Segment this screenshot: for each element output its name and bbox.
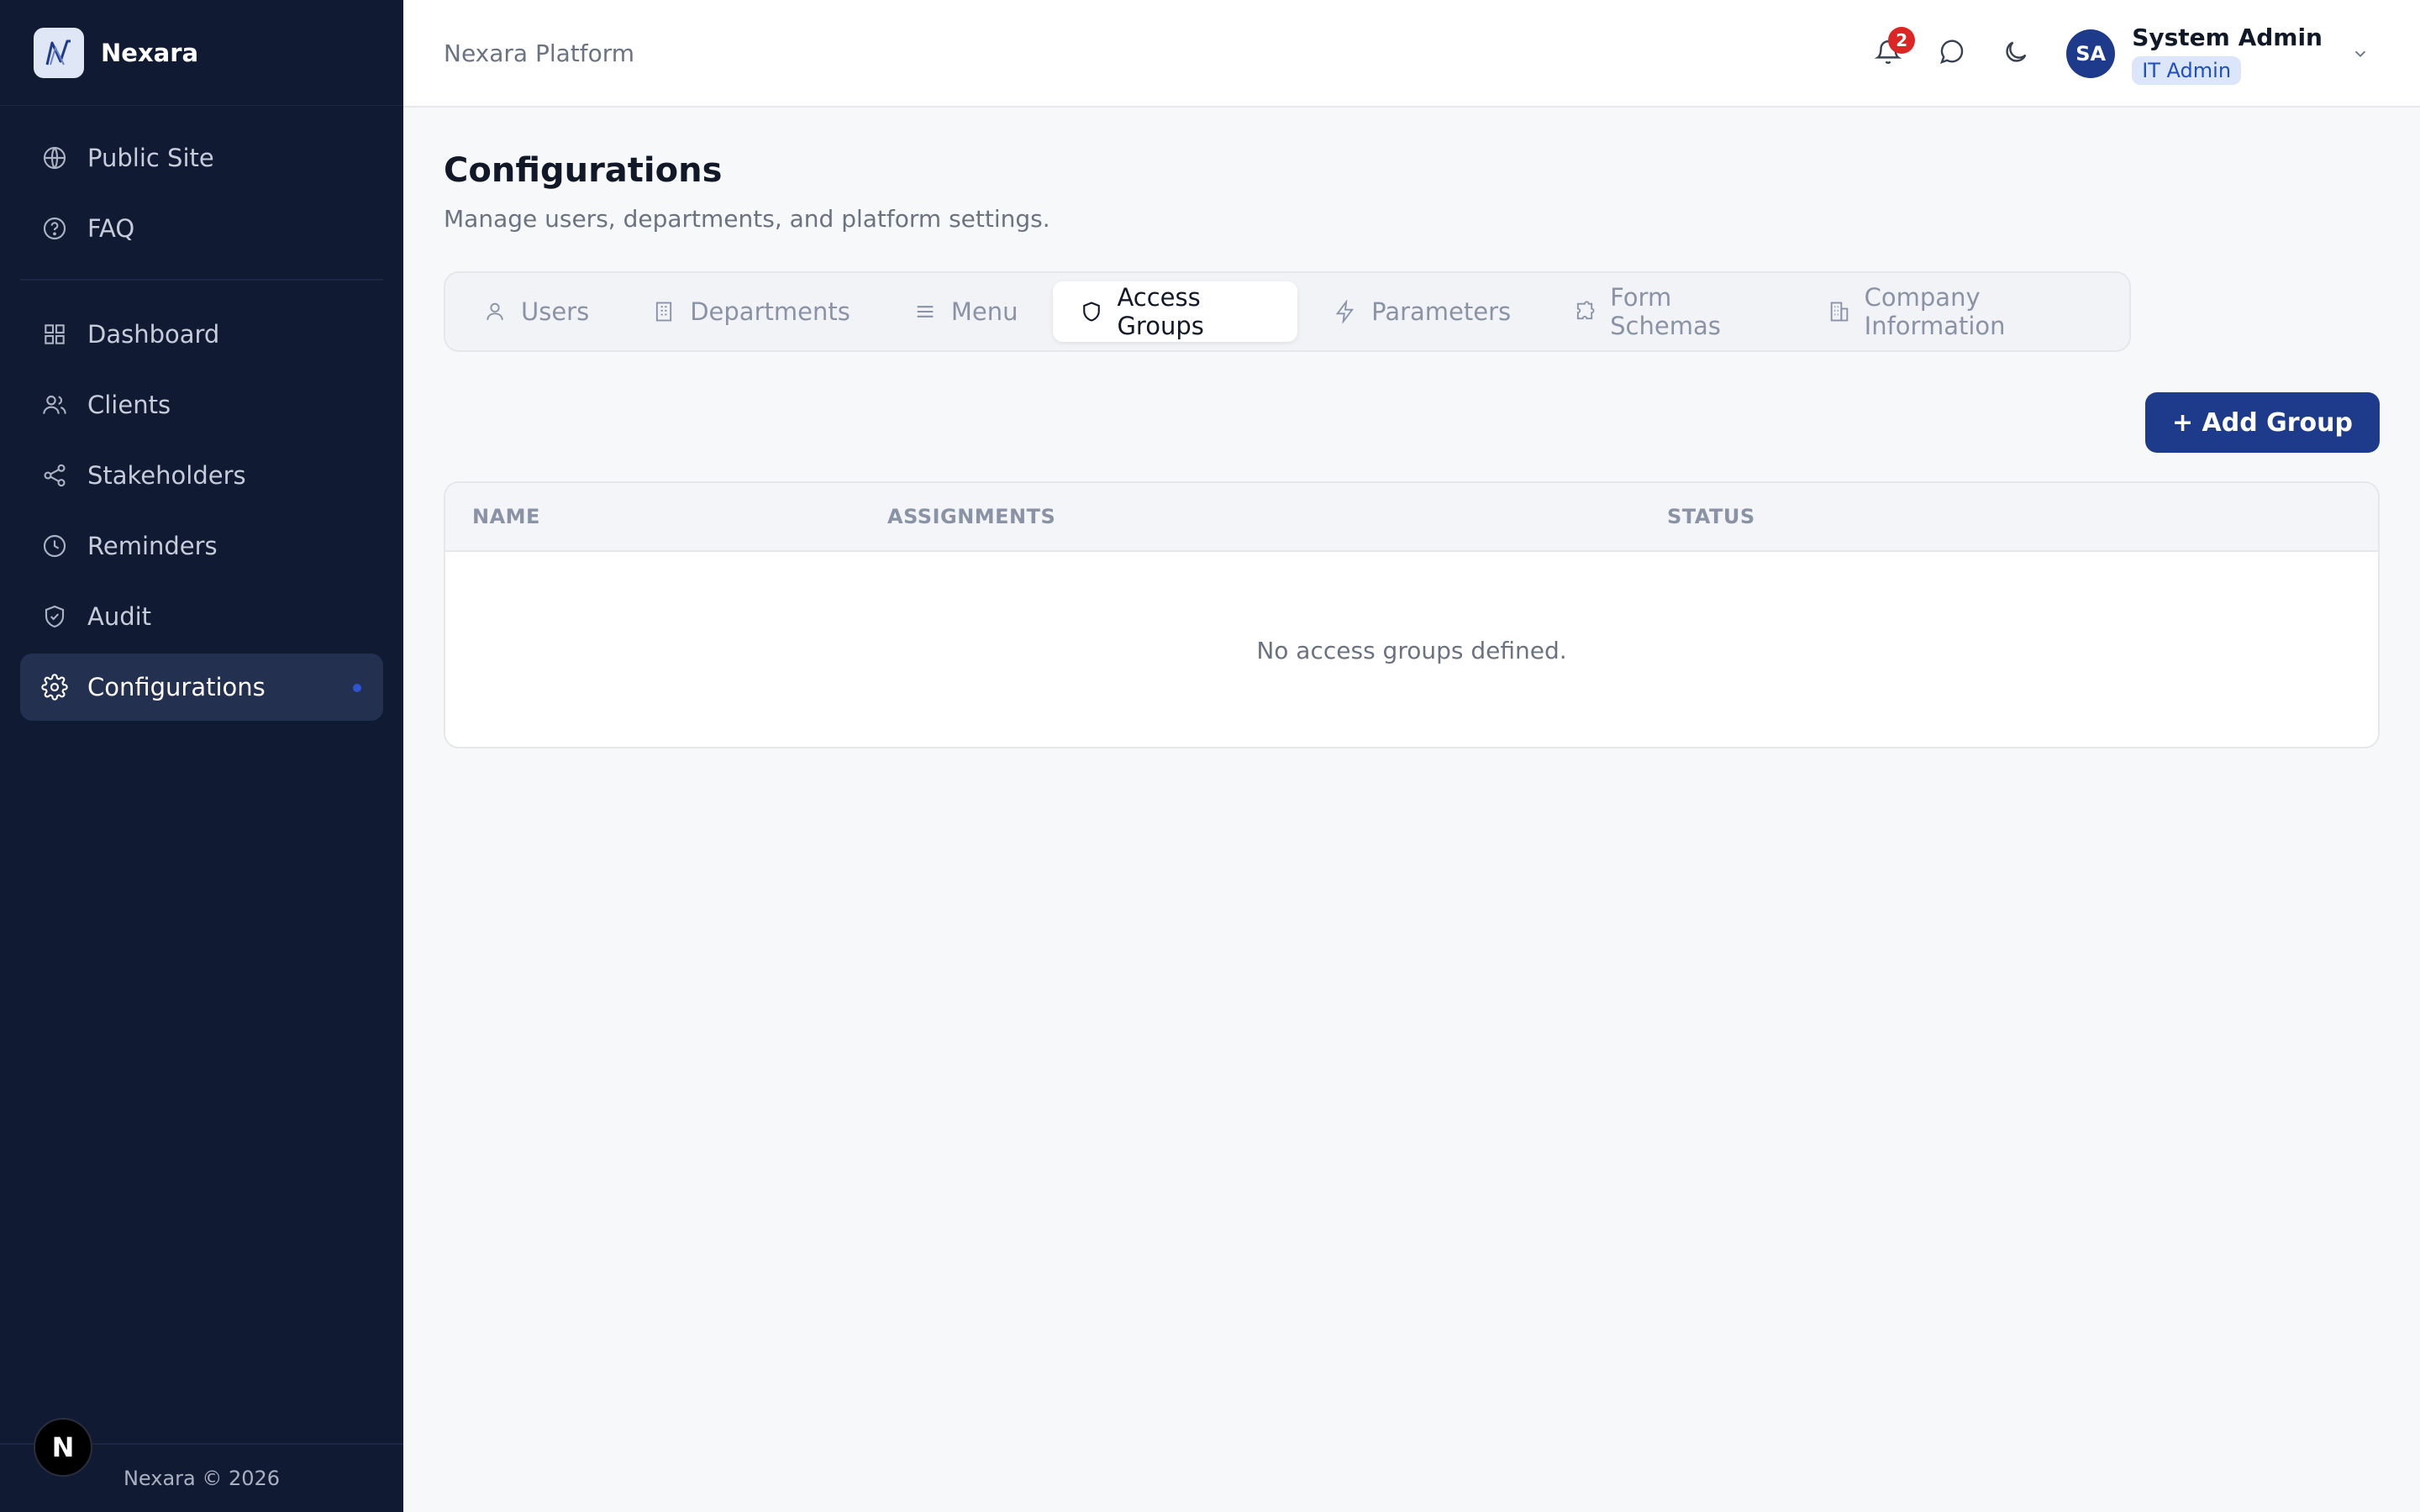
- page-title: Configurations: [444, 151, 723, 190]
- users-icon: [40, 391, 69, 419]
- nexara-logo-icon: [34, 27, 84, 78]
- config-tabs: Users Departments Menu Access Groups Par…: [444, 271, 2131, 352]
- top-actions: 2 SA System Admin IT Admin: [1870, 0, 2373, 108]
- active-indicator-dot: [353, 684, 361, 692]
- sidebar-item-clients[interactable]: Clients: [20, 371, 383, 438]
- moon-icon: [2002, 38, 2030, 70]
- messages-button[interactable]: [1933, 35, 1970, 72]
- tab-label: Menu: [950, 297, 1018, 326]
- tab-label: Parameters: [1371, 297, 1512, 326]
- sidebar-item-stakeholders[interactable]: Stakeholders: [20, 442, 383, 509]
- shield-check-icon: [40, 602, 69, 631]
- sidebar-item-label: Dashboard: [87, 320, 220, 349]
- empty-state-message: No access groups defined.: [1256, 636, 1567, 664]
- topbar: Nexara Platform 2 SA System Admin IT Adm…: [403, 0, 2420, 108]
- sidebar-item-label: Configurations: [87, 673, 266, 701]
- tab-form-schemas[interactable]: Form Schemas: [1546, 281, 1792, 342]
- sidebar-item-label: Stakeholders: [87, 461, 246, 490]
- tab-departments[interactable]: Departments: [624, 281, 877, 342]
- tab-menu[interactable]: Menu: [886, 281, 1045, 342]
- tab-company-information[interactable]: Company Information: [1801, 281, 2121, 342]
- tab-label: Access Groups: [1117, 283, 1204, 340]
- tab-users[interactable]: Users: [455, 281, 616, 342]
- office-icon: [1828, 299, 1851, 324]
- theme-toggle-button[interactable]: [1997, 35, 2034, 72]
- user-role-badge: IT Admin: [2132, 55, 2242, 85]
- tab-label: Company Information: [1864, 283, 2006, 340]
- tab-label: Form Schemas: [1610, 283, 1721, 340]
- column-header-name[interactable]: NAME: [445, 505, 887, 528]
- sidebar-item-label: Audit: [87, 602, 152, 631]
- notification-count-badge: 2: [1888, 27, 1916, 54]
- brand[interactable]: Nexara: [0, 0, 403, 106]
- tab-access-groups[interactable]: Access Groups: [1053, 281, 1298, 342]
- menu-icon: [913, 299, 938, 324]
- n-badge[interactable]: N: [34, 1418, 92, 1477]
- column-header-status[interactable]: STATUS: [1667, 505, 1755, 528]
- sidebar-item-label: Public Site: [87, 144, 214, 172]
- user-icon: [482, 299, 508, 324]
- sidebar-item-audit[interactable]: Audit: [20, 583, 383, 650]
- topbar-title: Nexara Platform: [444, 39, 635, 67]
- puzzle-icon: [1573, 299, 1597, 324]
- tab-label: Users: [521, 297, 590, 326]
- column-header-assignments[interactable]: ASSIGNMENTS: [887, 505, 1667, 528]
- page-subtitle: Manage users, departments, and platform …: [444, 205, 1050, 233]
- building-icon: [651, 299, 676, 324]
- access-groups-table: NAME ASSIGNMENTS STATUS No access groups…: [444, 481, 2380, 748]
- brand-name: Nexara: [101, 38, 199, 67]
- clock-icon: [40, 532, 69, 560]
- tab-parameters[interactable]: Parameters: [1306, 281, 1538, 342]
- sidebar-item-label: Reminders: [87, 532, 218, 560]
- sidebar-item-reminders[interactable]: Reminders: [20, 512, 383, 580]
- sidebar-item-public-site[interactable]: Public Site: [20, 124, 383, 192]
- sidebar-item-label: Clients: [87, 391, 171, 419]
- user-name: System Admin: [2132, 23, 2323, 51]
- zap-icon: [1333, 299, 1358, 324]
- sidebar-item-configurations[interactable]: Configurations: [20, 654, 383, 721]
- globe-icon: [40, 144, 69, 172]
- shield-icon: [1080, 299, 1103, 324]
- grid-icon: [40, 320, 69, 349]
- sidebar-item-dashboard[interactable]: Dashboard: [20, 301, 383, 368]
- gear-icon: [40, 673, 69, 701]
- toolbar: + Add Group: [444, 392, 2380, 453]
- share-icon: [40, 461, 69, 490]
- nav-group-public: Public Site FAQ: [20, 106, 383, 279]
- sidebar: Nexara Public Site FAQ Dashboard Clients…: [0, 0, 403, 1512]
- add-group-button[interactable]: + Add Group: [2144, 392, 2380, 453]
- main-content: Configurations Manage users, departments…: [444, 108, 2380, 748]
- sidebar-item-faq[interactable]: FAQ: [20, 195, 383, 262]
- notifications-button[interactable]: 2: [1870, 27, 1916, 72]
- avatar[interactable]: SA: [2066, 29, 2116, 78]
- sidebar-nav: Public Site FAQ Dashboard Clients Stakeh…: [0, 106, 403, 738]
- message-circle-icon: [1938, 38, 1966, 70]
- user-info[interactable]: System Admin IT Admin: [2132, 24, 2323, 85]
- help-circle-icon: [40, 214, 69, 243]
- nav-group-main: Dashboard Clients Stakeholders Reminders: [20, 279, 383, 738]
- table-header: NAME ASSIGNMENTS STATUS: [445, 483, 2378, 552]
- chevron-down-icon[interactable]: [2348, 41, 2373, 66]
- copyright-text: Nexara © 2026: [123, 1467, 281, 1490]
- sidebar-item-label: FAQ: [87, 214, 135, 243]
- tab-label: Departments: [690, 297, 850, 326]
